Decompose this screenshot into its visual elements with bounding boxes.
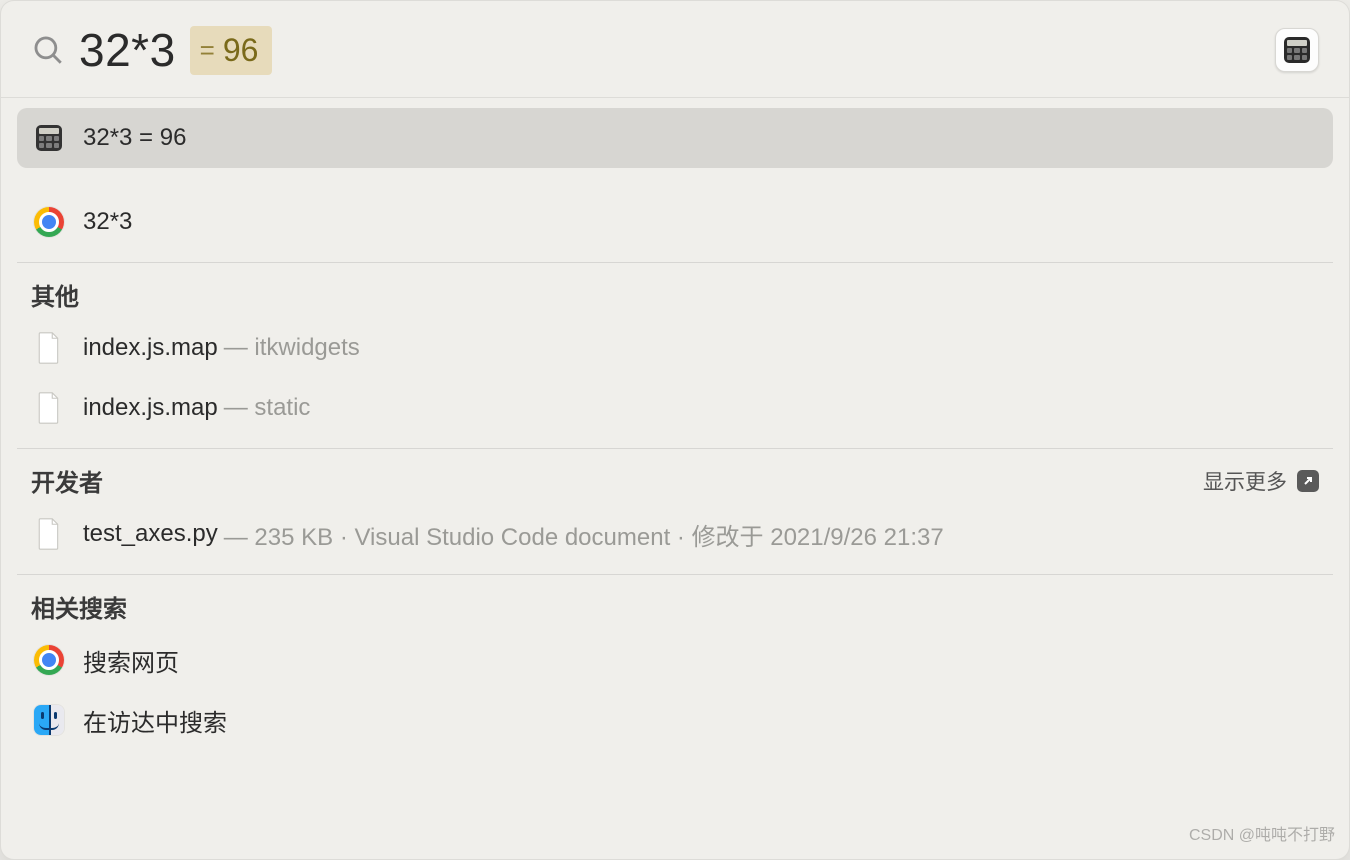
result-text: 搜索网页 [83,643,179,678]
file-icon [33,332,65,364]
chrome-icon [33,644,65,676]
calculator-app-chip[interactable] [1275,28,1319,72]
divider [17,262,1333,263]
file-icon [33,518,65,550]
finder-icon [33,704,65,736]
result-text: 32*3 = 96 [83,124,186,152]
calc-result-value: 96 [223,32,259,69]
spotlight-window: 32*3 = 96 32*3 = 96 32*3 [0,0,1350,860]
result-search-web[interactable]: 搜索网页 [17,630,1333,690]
calculator-icon [33,122,65,154]
result-file[interactable]: test_axes.py — 235 KB · Visual Studio Co… [17,504,1333,564]
section-title: 开发者 [31,463,103,498]
arrow-out-icon [1297,470,1319,492]
top-hit-section: 32*3 = 96 [1,98,1349,168]
result-text: 在访达中搜索 [83,703,227,738]
divider [17,448,1333,449]
file-name: test_axes.py [83,520,218,548]
show-more-label: 显示更多 [1203,466,1287,496]
result-file[interactable]: index.js.map — static [17,378,1333,438]
section-related: 搜索网页 在访达中搜索 [1,630,1349,750]
calculator-icon [1284,37,1310,63]
file-name: index.js.map [83,394,218,422]
result-web-search[interactable]: 32*3 [17,192,1333,252]
equals-sign: = [200,35,215,66]
file-meta: — 235 KB · Visual Studio Code document ·… [224,517,944,552]
search-input[interactable]: 32*3 [79,23,176,77]
result-calculator[interactable]: 32*3 = 96 [17,108,1333,168]
section-other: index.js.map — itkwidgets index.js.map —… [1,318,1349,438]
result-text: 32*3 [83,208,132,236]
section-header-developer: 开发者 显示更多 [1,459,1349,504]
chrome-icon [33,206,65,238]
watermark: CSDN @吨吨不打野 [1189,821,1335,845]
result-search-finder[interactable]: 在访达中搜索 [17,690,1333,750]
section-header-related: 相关搜索 [1,585,1349,630]
section-title: 其他 [31,277,79,312]
show-more-button[interactable]: 显示更多 [1203,466,1319,496]
divider [17,574,1333,575]
section-developer: test_axes.py — 235 KB · Visual Studio Co… [1,504,1349,564]
web-hit-section: 32*3 [1,168,1349,252]
search-bar: 32*3 = 96 [1,1,1349,89]
file-meta: — itkwidgets [224,334,360,362]
file-name: index.js.map [83,334,218,362]
result-file[interactable]: index.js.map — itkwidgets [17,318,1333,378]
search-icon [31,33,65,67]
section-title: 相关搜索 [31,589,127,624]
calc-result-pill: = 96 [190,26,273,75]
section-header-other: 其他 [1,273,1349,318]
file-icon [33,392,65,424]
file-meta: — static [224,394,311,422]
